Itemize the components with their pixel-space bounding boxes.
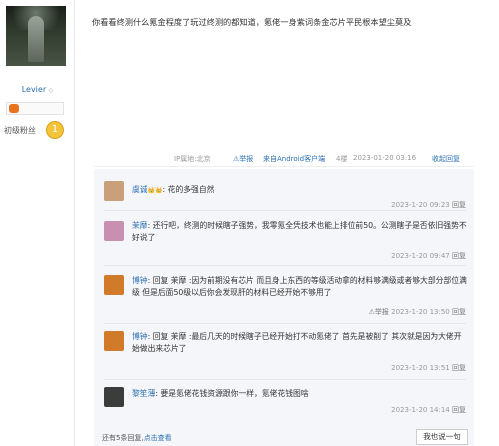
write-reply-button[interactable]: 我也说一句 — [416, 429, 468, 445]
author-avatar[interactable] — [6, 6, 66, 66]
comment-body: : 花的多强自然 — [162, 185, 215, 194]
comment-time: 2023-1-20 13:50 — [391, 308, 450, 316]
meta-divider — [94, 166, 474, 167]
commenter-avatar[interactable] — [104, 331, 124, 351]
comment-body: : 还行吧，终测的时候瞎子强势，我零氪全凭技术也能上排位前50。公测瞎子是否依旧… — [132, 221, 467, 242]
comment-text: 黎笙薄: 要是氪佬花钱资源跟你一样，氪佬花钱图啥 — [132, 388, 467, 400]
list-item: 博钟: 回复 茉靡 :最后几天的时候瞎子已经开始打不动氪佬了 首先是被削了 其次… — [94, 325, 474, 383]
comment-meta: 2023-1-20 14:14 回复 — [391, 405, 466, 415]
comment-list: 虞诚👑👑: 花的多强自然 2023-1-20 09:23 回复 茉靡: 还行吧，… — [94, 169, 474, 446]
reply-link[interactable]: 回复 — [452, 252, 466, 260]
avatar-figure — [28, 16, 44, 62]
comment-body: : 要是氪佬花钱资源跟你一样，氪佬花钱图啥 — [155, 389, 309, 398]
commenter-name[interactable]: 博钟 — [132, 276, 148, 285]
list-item: 黎笙薄: 要是氪佬花钱资源跟你一样，氪佬花钱图啥 2023-1-20 14:14… — [94, 383, 474, 423]
fan-level-label: 初级粉丝 — [4, 126, 36, 135]
comment-body: : 回复 茉靡 :最后几天的时候瞎子已经开始打不动氪佬了 首先是被削了 其次就是… — [132, 332, 462, 353]
comment-text: 博钟: 回复 茉靡 :最后几天的时候瞎子已经开始打不动氪佬了 首先是被削了 其次… — [132, 331, 467, 355]
ip-location: IP属地:北京 — [174, 155, 211, 163]
commenter-avatar[interactable] — [104, 221, 124, 241]
comment-divider — [104, 265, 466, 266]
comment-time: 2023-1-20 14:14 — [391, 406, 450, 414]
floor-number: 4楼 — [336, 155, 348, 163]
list-item: 虞诚👑👑: 花的多强自然 2023-1-20 09:23 回复 — [94, 177, 474, 217]
comment-meta: 2023-1-20 09:23 回复 — [391, 200, 466, 210]
comment-text: 茉靡: 还行吧，终测的时候瞎子强势，我零氪全凭技术也能上排位前50。公测瞎子是否… — [132, 220, 467, 244]
list-item: 博钟: 回复 茉靡 :因为前期没有芯片 而且身上东西的等级活动拿的材料够满级或者… — [94, 269, 474, 325]
comment-time: 2023-1-20 13:51 — [391, 364, 450, 372]
commenter-name[interactable]: 黎笙薄 — [132, 389, 155, 398]
author-rank-icon: ◇ — [48, 87, 54, 94]
comment-meta: 2023-1-20 13:51 回复 — [391, 363, 466, 373]
commenter-name[interactable]: 茉靡 — [132, 221, 148, 230]
report-label[interactable]: 举报 — [239, 155, 253, 163]
commenter-avatar[interactable] — [104, 387, 124, 407]
report-link[interactable]: ⚠举报 — [369, 308, 389, 316]
post-content: 你看看终测什么氪金程度了玩过终测的都知道，氪佬一身紫词条金芯片平民根本望尘莫及 — [92, 17, 412, 27]
comment-meta: 2023-1-20 09:47 回复 — [391, 251, 466, 261]
comment-body: : 回复 茉靡 :因为前期没有芯片 而且身上东西的等级活动拿的材料够满级或者够大… — [132, 276, 467, 297]
reply-link[interactable]: 回复 — [452, 406, 466, 414]
fan-level-badge: 1 — [46, 121, 64, 139]
list-item: 茉靡: 还行吧，终测的时候瞎子强势，我零氪全凭技术也能上排位前50。公测瞎子是否… — [94, 213, 474, 271]
commenter-name[interactable]: 博钟 — [132, 332, 148, 341]
view-more-link[interactable]: 点击查看 — [144, 434, 172, 442]
more-replies-text: 还有5条回复, — [102, 434, 144, 442]
comment-meta: ⚠举报 2023-1-20 13:50 回复 — [369, 307, 466, 317]
collapse-replies-link[interactable]: 收起回复 — [432, 154, 460, 164]
post-time: 2023-01-20 03:16 — [353, 154, 417, 162]
comment-text: 博钟: 回复 茉靡 :因为前期没有芯片 而且身上东西的等级活动拿的材料够满级或者… — [132, 275, 467, 299]
client-source[interactable]: 来自Android客户端 — [263, 154, 325, 164]
author-sidebar: Levier ◇ 初级粉丝 1 — [0, 0, 75, 446]
reply-link[interactable]: 回复 — [452, 201, 466, 209]
commenter-avatar[interactable] — [104, 275, 124, 295]
more-replies: 还有5条回复,点击查看 — [102, 433, 172, 443]
comment-divider — [104, 210, 466, 211]
comment-time: 2023-1-20 09:23 — [391, 201, 450, 209]
game-level-row — [6, 102, 64, 115]
comment-divider — [104, 379, 466, 380]
author-name[interactable]: Levier ◇ — [0, 85, 75, 94]
comment-time: 2023-1-20 09:47 — [391, 252, 450, 260]
comment-divider — [104, 323, 466, 324]
gamepad-icon — [9, 104, 19, 113]
report-link[interactable]: ⚠举报 — [233, 154, 253, 164]
report-label[interactable]: 举报 — [375, 308, 389, 316]
reply-link[interactable]: 回复 — [452, 364, 466, 372]
commenter-name[interactable]: 虞诚 — [132, 185, 148, 194]
reply-link[interactable]: 回复 — [452, 308, 466, 316]
commenter-avatar[interactable] — [104, 181, 124, 201]
crown-badge-icon: 👑👑 — [147, 187, 163, 194]
author-name-text[interactable]: Levier — [22, 85, 46, 94]
comment-text: 虞诚👑👑: 花的多强自然 — [132, 184, 467, 197]
